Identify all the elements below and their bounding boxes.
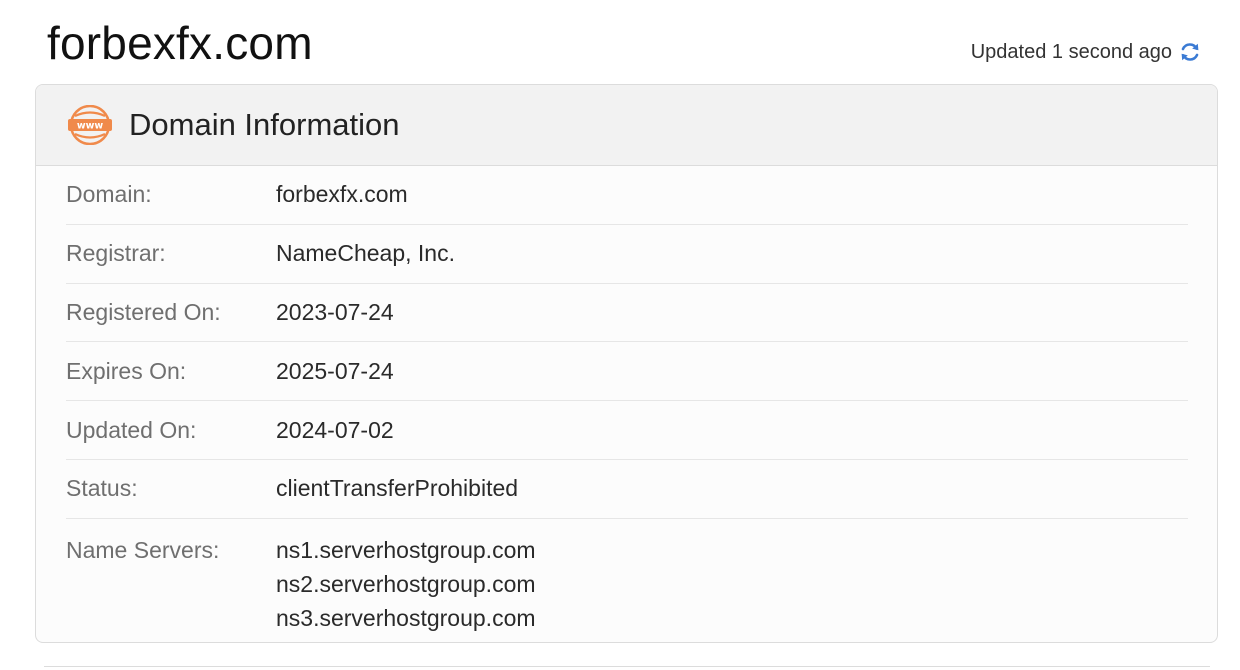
top-row: forbexfx.com Updated 1 second ago [0,0,1240,84]
www-globe-icon: www [67,104,113,146]
domain-info-card: www Domain Information Domain: forbexfx.… [35,84,1218,643]
row-value: NameCheap, Inc. [276,240,455,267]
row-value: 2025-07-24 [276,357,394,384]
row-updated-on: Updated On: 2024-07-02 [66,401,1188,460]
row-label: Expires On: [66,357,187,384]
row-label: Updated On: [66,416,197,443]
name-server: ns3.serverhostgroup.com [276,604,536,631]
row-label: Domain: [66,181,152,208]
refresh-icon[interactable] [1178,40,1202,64]
site-title: forbexfx.com [47,17,313,69]
row-value: 2023-07-24 [276,298,394,325]
name-server: ns1.serverhostgroup.com [276,536,536,563]
card-title: Domain Information [129,107,400,142]
section-divider [44,666,1210,667]
name-server-list: ns1.serverhostgroup.com ns2.serverhostgr… [276,533,536,635]
row-label: Registrar: [66,240,166,267]
row-expires-on: Expires On: 2025-07-24 [66,342,1188,402]
row-value: forbexfx.com [276,181,408,208]
row-registered-on: Registered On: 2023-07-24 [66,284,1188,343]
svg-text:www: www [77,121,104,132]
row-label: Registered On: [66,298,221,325]
row-value: 2024-07-02 [276,416,394,443]
name-server: ns2.serverhostgroup.com [276,570,536,597]
updated-text: Updated 1 second ago [970,40,1172,63]
row-name-servers: Name Servers: ns1.serverhostgroup.com ns… [66,519,1188,635]
row-domain: Domain: forbexfx.com [66,166,1188,225]
row-registrar: Registrar: NameCheap, Inc. [66,225,1188,284]
page: forbexfx.com Updated 1 second ago www Do… [0,0,1240,670]
row-status: Status: clientTransferProhibited [66,460,1188,519]
row-label: Name Servers: [66,536,220,563]
row-label: Status: [66,475,138,502]
card-header: www Domain Information [36,85,1217,166]
row-value: clientTransferProhibited [276,475,519,502]
updated-status: Updated 1 second ago [971,38,1202,66]
info-rows: Domain: forbexfx.com Registrar: NameChea… [36,166,1217,635]
